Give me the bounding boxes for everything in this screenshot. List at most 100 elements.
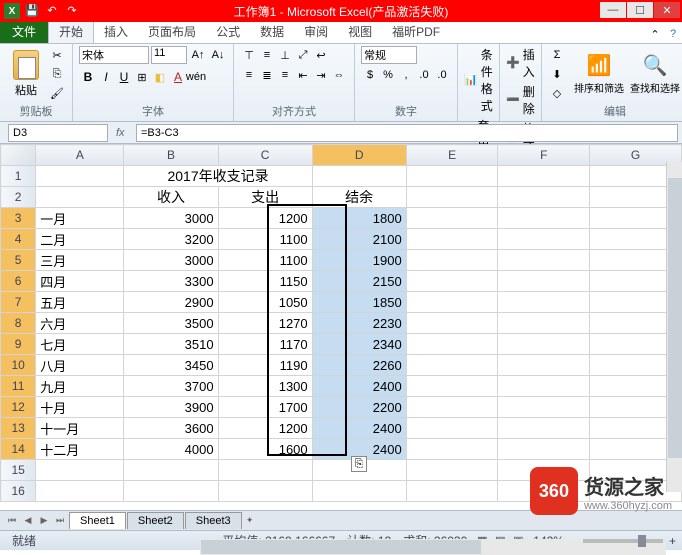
decrease-indent-icon[interactable]: ⇤ [294, 66, 312, 84]
autofill-options-icon[interactable]: ⎘ [351, 456, 367, 472]
number-format-select[interactable]: 常规 [361, 46, 417, 64]
cell[interactable] [498, 313, 590, 334]
tab-data[interactable]: 数据 [250, 20, 294, 43]
cell[interactable]: 3200 [124, 229, 218, 250]
cell[interactable]: 2200 [312, 397, 406, 418]
orientation-icon[interactable]: ⤢ [294, 46, 312, 64]
vertical-scrollbar[interactable] [666, 162, 682, 492]
row-header[interactable]: 13 [1, 418, 36, 439]
find-select-button[interactable]: 🔍 查找和选择 [628, 46, 682, 102]
cell[interactable] [498, 355, 590, 376]
row-header[interactable]: 14 [1, 439, 36, 460]
cell[interactable] [406, 250, 498, 271]
conditional-format-button[interactable]: 📊条件格式 [464, 46, 493, 114]
fill-icon[interactable]: ⬇ [548, 65, 566, 83]
delete-cells-button[interactable]: ➖删除 [506, 83, 535, 117]
cell[interactable]: 五月 [36, 292, 124, 313]
cell[interactable]: 结余 [312, 187, 406, 208]
cell[interactable]: 3000 [124, 250, 218, 271]
cell[interactable] [406, 334, 498, 355]
cell[interactable]: 3900 [124, 397, 218, 418]
align-top-icon[interactable]: ⊤ [240, 46, 258, 64]
paste-button[interactable]: 粘贴 [6, 46, 46, 102]
percent-icon[interactable]: % [379, 66, 397, 84]
zoom-slider[interactable] [583, 539, 663, 543]
tab-nav-prev-icon[interactable]: ◀ [20, 513, 36, 529]
col-header[interactable]: C [218, 145, 312, 166]
row-header[interactable]: 9 [1, 334, 36, 355]
cell[interactable]: 十一月 [36, 418, 124, 439]
phonetic-button[interactable]: wén [187, 68, 205, 86]
cell[interactable] [406, 271, 498, 292]
cell[interactable]: 1200 [218, 418, 312, 439]
cell[interactable]: 十月 [36, 397, 124, 418]
decrease-decimal-icon[interactable]: .0 [433, 66, 451, 84]
tab-nav-next-icon[interactable]: ▶ [36, 513, 52, 529]
row-header[interactable]: 12 [1, 397, 36, 418]
cell[interactable]: 三月 [36, 250, 124, 271]
cell[interactable]: 2150 [312, 271, 406, 292]
cell[interactable] [406, 313, 498, 334]
cell[interactable] [406, 397, 498, 418]
cell[interactable]: 1850 [312, 292, 406, 313]
cell[interactable]: 3300 [124, 271, 218, 292]
align-middle-icon[interactable]: ≡ [258, 46, 276, 64]
font-name-select[interactable]: 宋体 [79, 46, 149, 64]
format-painter-icon[interactable]: 🖌 [48, 84, 66, 102]
cell[interactable]: 1300 [218, 376, 312, 397]
cell[interactable]: 1170 [218, 334, 312, 355]
cell[interactable]: 3000 [124, 208, 218, 229]
cell[interactable] [406, 292, 498, 313]
cell[interactable]: 2017年收支记录 [124, 166, 312, 187]
sheet-tab[interactable]: Sheet2 [127, 512, 184, 529]
tab-review[interactable]: 审阅 [294, 20, 338, 43]
redo-icon[interactable]: ↷ [64, 2, 80, 18]
increase-decimal-icon[interactable]: .0 [415, 66, 433, 84]
cell[interactable]: 3600 [124, 418, 218, 439]
maximize-button[interactable]: ☐ [627, 2, 653, 18]
tab-nav-last-icon[interactable]: ⏭ [52, 513, 68, 529]
comma-icon[interactable]: , [397, 66, 415, 84]
align-left-icon[interactable]: ≡ [240, 66, 258, 84]
cell[interactable]: 1800 [312, 208, 406, 229]
sheet-tab[interactable]: Sheet1 [69, 512, 126, 529]
cell[interactable]: 2400 [312, 376, 406, 397]
cut-icon[interactable]: ✂ [48, 46, 66, 64]
cell[interactable] [406, 229, 498, 250]
cell[interactable] [498, 229, 590, 250]
cell[interactable] [498, 376, 590, 397]
cell[interactable]: 1200 [218, 208, 312, 229]
cell[interactable]: 1700 [218, 397, 312, 418]
underline-button[interactable]: U [115, 68, 133, 86]
cell[interactable]: 2900 [124, 292, 218, 313]
cell[interactable] [406, 208, 498, 229]
undo-icon[interactable]: ↶ [44, 2, 60, 18]
close-button[interactable]: ✕ [654, 2, 680, 18]
clear-icon[interactable]: ◇ [548, 84, 566, 102]
row-header[interactable]: 8 [1, 313, 36, 334]
bold-button[interactable]: B [79, 68, 97, 86]
cell[interactable]: 九月 [36, 376, 124, 397]
cell[interactable]: 2340 [312, 334, 406, 355]
insert-cells-button[interactable]: ➕插入 [506, 46, 535, 80]
cell[interactable]: 十二月 [36, 439, 124, 460]
cell[interactable]: 1150 [218, 271, 312, 292]
increase-font-icon[interactable]: A↑ [189, 46, 207, 64]
cell[interactable]: 收入 [124, 187, 218, 208]
ribbon-minimize-icon[interactable]: ⌃ [646, 25, 664, 43]
row-header[interactable]: 3 [1, 208, 36, 229]
sheet-tab[interactable]: Sheet3 [185, 512, 242, 529]
align-right-icon[interactable]: ≡ [276, 66, 294, 84]
col-header[interactable]: A [36, 145, 124, 166]
spreadsheet-grid[interactable]: A B C D E F G 12017年收支记录 2收入支出结余 3 一月 30… [0, 144, 682, 502]
cell[interactable]: 1270 [218, 313, 312, 334]
cell[interactable] [498, 418, 590, 439]
fill-color-button[interactable]: ◧ [151, 68, 169, 86]
tab-layout[interactable]: 页面布局 [138, 20, 206, 43]
tab-nav-first-icon[interactable]: ⏮ [4, 513, 20, 529]
cell[interactable]: 支出 [218, 187, 312, 208]
row-header[interactable]: 1 [1, 166, 36, 187]
cell[interactable]: 1100 [218, 250, 312, 271]
copy-icon[interactable]: ⎘ [48, 65, 66, 83]
cell[interactable] [406, 376, 498, 397]
